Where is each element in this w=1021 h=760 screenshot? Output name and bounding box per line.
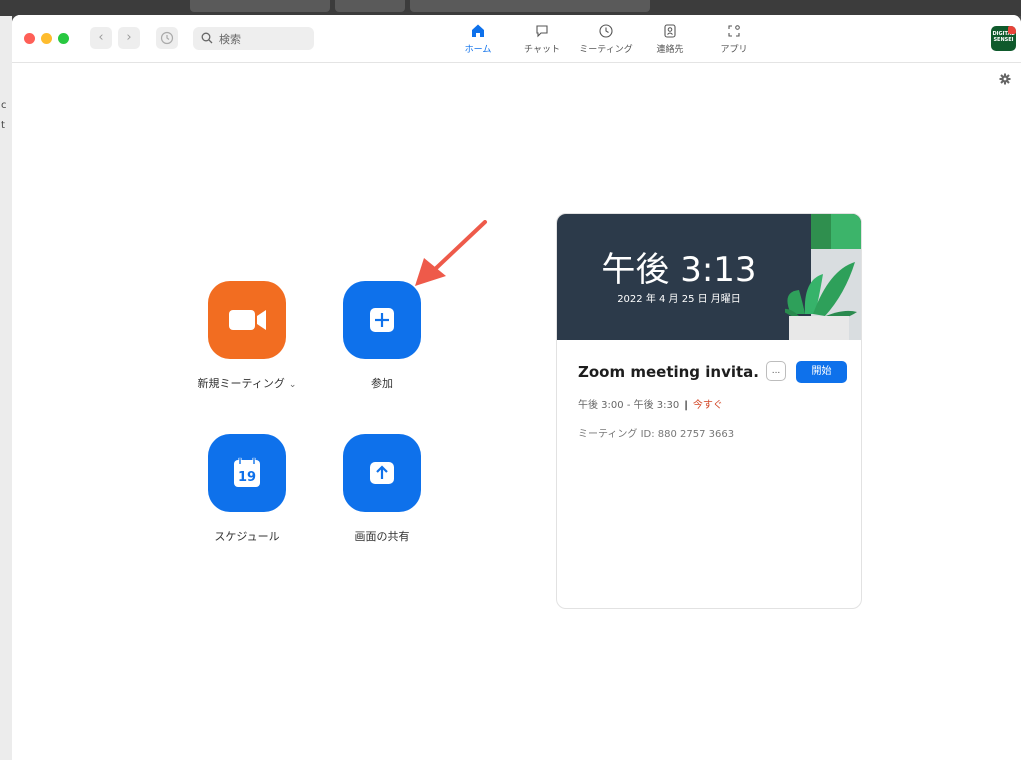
separator: |: [684, 400, 688, 411]
search-icon: [201, 32, 213, 44]
close-window-button[interactable]: [24, 33, 35, 44]
search-box[interactable]: [193, 27, 314, 50]
card-header: 午後 3:13 2022 年 4 月 25 日 月曜日: [557, 214, 861, 340]
share-screen-label: 画面の共有: [354, 530, 410, 543]
background-window-edge: c t: [0, 16, 12, 760]
share-screen-button[interactable]: [343, 434, 421, 512]
share-arrow-icon: [370, 462, 394, 484]
tab-home-label: ホーム: [464, 45, 492, 55]
share-screen-action[interactable]: 画面の共有: [302, 434, 462, 544]
background-tab: [410, 0, 650, 12]
titlebar: ‹ › ホーム チャット: [12, 15, 1021, 63]
meeting-time-row: 午後 3:00 - 午後 3:30 | 今すぐ: [578, 396, 723, 411]
tab-contacts-label: 連絡先: [656, 45, 684, 55]
join-action[interactable]: 参加: [302, 281, 462, 391]
new-meeting-label: 新規ミーティング: [197, 377, 285, 390]
background-tab: [190, 0, 330, 12]
annotation-arrow: [415, 220, 487, 286]
plant-illustration: [785, 214, 861, 340]
chevron-down-icon[interactable]: ⌄: [289, 380, 297, 390]
calendar-icon: 19: [234, 457, 260, 487]
contacts-icon: [664, 24, 676, 38]
tab-apps-label: アプリ: [720, 45, 748, 55]
new-meeting-button[interactable]: [208, 281, 286, 359]
history-icon: [160, 31, 174, 45]
gear-icon[interactable]: [999, 73, 1011, 85]
schedule-button[interactable]: 19: [208, 434, 286, 512]
background-text-fragment: c: [1, 100, 7, 111]
zoom-window-button[interactable]: [58, 33, 69, 44]
current-date: 2022 年 4 月 25 日 月曜日: [617, 294, 741, 305]
more-options-button[interactable]: ...: [766, 361, 786, 381]
start-meeting-button[interactable]: 開始: [796, 361, 847, 383]
tab-contacts[interactable]: 連絡先: [639, 23, 701, 55]
search-input[interactable]: [217, 29, 313, 50]
meeting-time-range: 午後 3:00 - 午後 3:30: [578, 400, 680, 411]
join-button[interactable]: [343, 281, 421, 359]
join-label: 参加: [371, 377, 393, 390]
background-text-fragment: t: [1, 120, 5, 131]
forward-button[interactable]: ›: [118, 27, 140, 49]
clock-icon: [599, 24, 613, 38]
avatar[interactable]: DIGITAL SENSEI: [991, 26, 1016, 51]
tab-home[interactable]: ホーム: [447, 23, 509, 55]
tab-apps[interactable]: アプリ: [703, 23, 765, 55]
tab-chat[interactable]: チャット: [511, 23, 573, 55]
chat-icon: [536, 25, 548, 38]
home-icon: [472, 24, 484, 37]
calendar-day-number: 19: [238, 470, 256, 485]
back-button[interactable]: ‹: [90, 27, 112, 49]
current-time: 午後 3:13: [601, 250, 757, 290]
chevron-left-icon: ‹: [98, 30, 104, 45]
background-browser-strip: [0, 0, 1021, 16]
tab-chat-label: チャット: [524, 45, 560, 55]
plus-icon: [370, 308, 394, 332]
apps-icon: [728, 25, 740, 37]
background-tab: [335, 0, 405, 12]
upcoming-meeting-card: 午後 3:13 2022 年 4 月 25 日 月曜日 Zoom meeting…: [556, 213, 862, 609]
tab-meetings[interactable]: ミーティング: [575, 23, 637, 55]
meeting-title: Zoom meeting invita...: [578, 363, 758, 381]
minimize-window-button[interactable]: [41, 33, 52, 44]
meeting-id: ミーティング ID: 880 2757 3663: [578, 429, 735, 440]
history-button[interactable]: [156, 27, 178, 49]
video-camera-icon: [229, 310, 266, 330]
tab-meetings-label: ミーティング: [579, 45, 633, 55]
chevron-right-icon: ›: [126, 30, 132, 45]
meeting-status: 今すぐ: [692, 400, 723, 411]
notification-badge: [1008, 26, 1016, 34]
zoom-window: ‹ › ホーム チャット: [12, 15, 1021, 760]
